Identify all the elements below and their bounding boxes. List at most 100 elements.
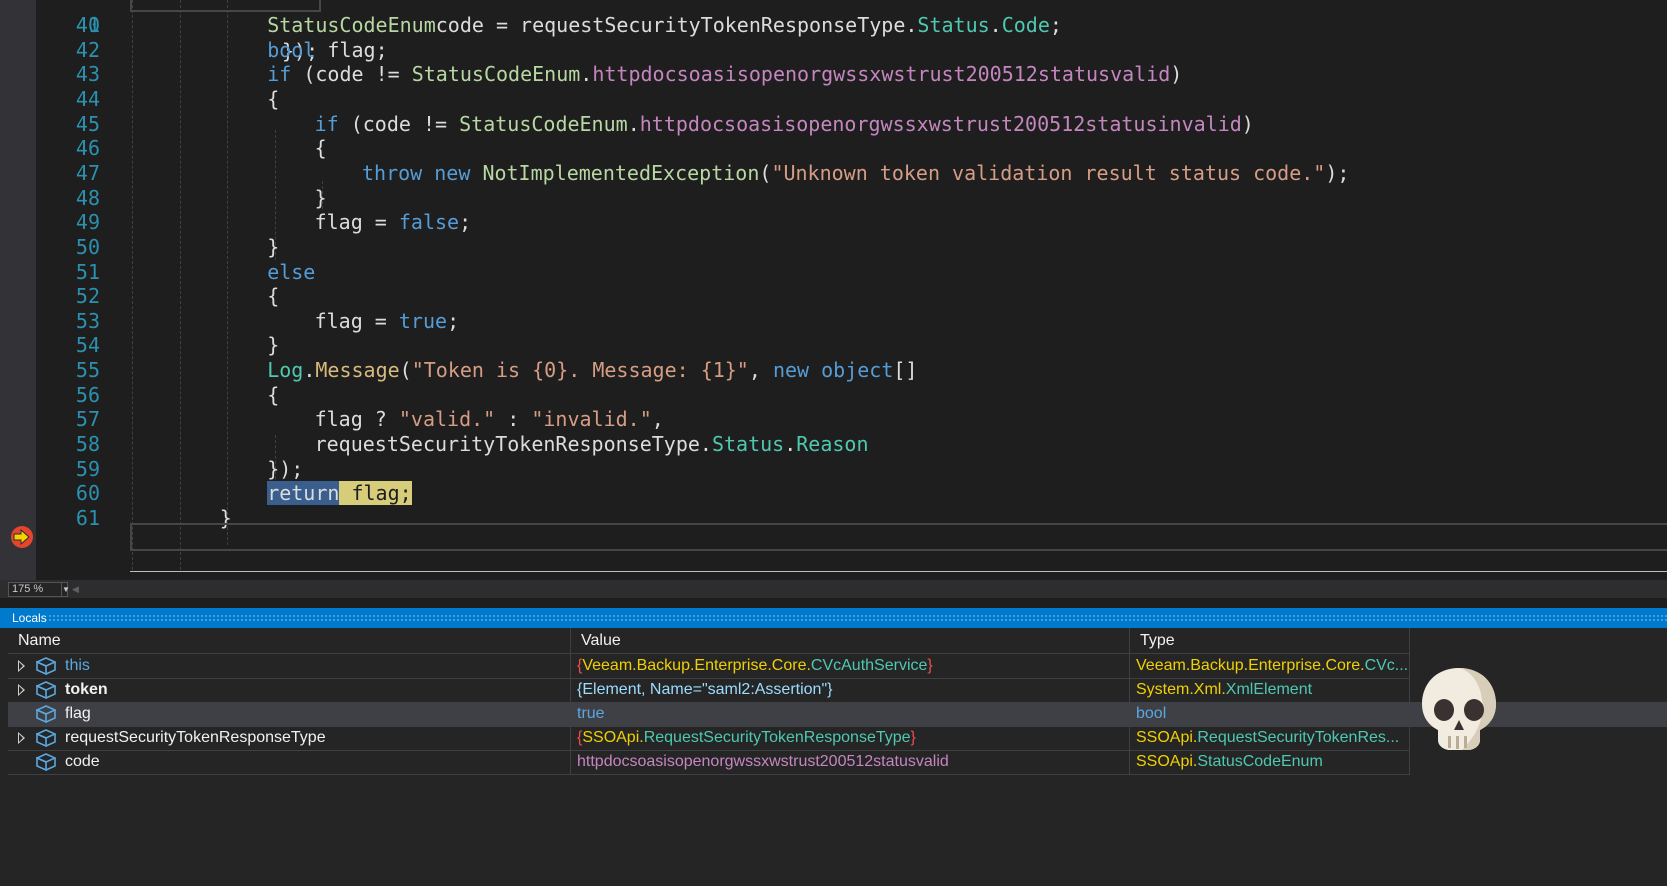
cell-type[interactable]: bool: [1130, 702, 1410, 726]
cell-type[interactable]: SSOApi.RequestSecurityTokenRes...: [1130, 726, 1410, 750]
code-line-60[interactable]: 60 return flag;: [0, 480, 1667, 506]
code-line-49[interactable]: 49 flag = false;: [0, 209, 1667, 235]
code-token: {: [314, 136, 327, 161]
code-line-55[interactable]: 55 Log.Message("Token is {0}. Message: {1…: [0, 357, 1667, 383]
code-token: bool: [267, 37, 316, 62]
line-number: 50: [75, 234, 100, 259]
code-line-59[interactable]: 59});: [0, 456, 1667, 482]
value-token: RequestSecurityTokenRes...: [1197, 729, 1400, 746]
code-token: code = requestSecurityTokenResponseType.: [435, 13, 918, 37]
value-token: System.Xml.: [1136, 681, 1226, 698]
code-line-48[interactable]: 48}: [0, 185, 1667, 211]
code-token: return: [267, 481, 340, 506]
chevron-down-icon[interactable]: ▼: [61, 583, 70, 596]
locals-window-title[interactable]: Locals: [0, 608, 1667, 628]
current-line-box: [130, 523, 1667, 551]
locals-row-this[interactable]: this {Veeam.Backup.Enterprise.Core.CVcAut…: [8, 654, 1410, 679]
code-line-50[interactable]: 50}: [0, 234, 1667, 260]
code-token: new: [434, 160, 471, 185]
column-header-type[interactable]: Type: [1130, 628, 1410, 654]
column-header-name[interactable]: Name: [8, 628, 571, 654]
line-number: 48: [75, 185, 100, 210]
cell-type[interactable]: Veeam.Backup.Enterprise.Core.CVc...: [1130, 654, 1410, 678]
code-line-53[interactable]: 53 flag = true;: [0, 308, 1667, 334]
code-line: 62: [0, 568, 1667, 580]
object-variable-icon: [35, 753, 57, 772]
code-text: {: [315, 135, 327, 161]
value-token: CVc...: [1364, 657, 1409, 674]
line-number: 53: [75, 308, 100, 333]
code-text: if (code != StatusCodeEnum.httpdocsoasis…: [267, 61, 1182, 87]
code-line-47[interactable]: 47 throw new NotImplementedException("Unk…: [0, 160, 1667, 186]
code-line-46[interactable]: 46 {: [0, 135, 1667, 161]
value-token: StatusCodeEnum: [1197, 753, 1323, 770]
cell-type[interactable]: System.Xml.XmlElement: [1130, 678, 1410, 702]
code-token: true: [398, 308, 448, 333]
expand-triangle-icon[interactable]: [18, 660, 25, 672]
column-header-value[interactable]: Value: [571, 628, 1130, 654]
code-token: Code: [1001, 13, 1050, 37]
locals-row-code[interactable]: code httpdocsoasisopenorgwssxwstrust20051…: [8, 750, 1410, 775]
locals-row-token[interactable]: token {Element, Name="saml2:Assertion"} Sy…: [8, 678, 1410, 703]
code-line-52[interactable]: 52 {: [0, 283, 1667, 309]
code-token: "Token is {0}. Message: {1}": [411, 358, 749, 383]
code-line-42[interactable]: 42 bool flag;: [0, 37, 1667, 63]
locals-row-requestSecurityTokenResponseType[interactable]: requestSecurityTokenResponseType {SSOApi.…: [8, 726, 1410, 751]
code-token: "Unknown token validation result status …: [771, 160, 1326, 185]
code-text: });: [267, 456, 303, 482]
cell-name: flag: [8, 702, 571, 726]
value-token: RequestSecurityTokenResponseType: [643, 729, 911, 746]
code-line-44[interactable]: 44 {: [0, 86, 1667, 112]
expand-triangle-icon[interactable]: [18, 684, 25, 696]
code-line-43[interactable]: 43 if (code != StatusCodeEnum.httpdocsoas…: [0, 61, 1667, 87]
line-number: 49: [75, 210, 100, 235]
code-token: ): [1241, 111, 1254, 136]
code-line-41[interactable]: 41 StatusCodeEnumcode = requestSecurityTo…: [0, 12, 1667, 38]
execution-pointer-arrow-icon[interactable]: [9, 524, 35, 550]
code-token: httpdocsoasisopenorgwssxwstrust200512sta…: [639, 111, 1242, 136]
code-token: (code !=: [338, 111, 460, 136]
code-token: (code !=: [291, 62, 412, 87]
code-text: {: [267, 382, 279, 408]
cell-name: requestSecurityTokenResponseType: [8, 726, 571, 750]
code-token: StatusCodeEnum: [459, 111, 628, 136]
code-editor[interactable]: 40 }); 41 StatusCodeEnumcode = requestSec…: [0, 0, 1667, 580]
code-token: "valid.": [398, 407, 496, 432]
code-token: if: [267, 62, 292, 87]
code-token: Status: [711, 432, 785, 457]
value-token: Veeam.Backup.Enterprise.Core.: [582, 657, 811, 674]
code-text: else: [267, 259, 315, 285]
line-number: 42: [75, 37, 100, 62]
code-line-56[interactable]: 56 {: [0, 382, 1667, 408]
code-text: flag = false;: [315, 209, 472, 235]
cell-value[interactable]: true: [571, 702, 1130, 726]
code-line-57[interactable]: 57 flag ? "valid." : "invalid.",: [0, 406, 1667, 432]
expand-triangle-icon[interactable]: [18, 732, 25, 744]
value-token: SSOApi.: [1136, 729, 1198, 746]
code-line-45[interactable]: 45 if (code != StatusCodeEnum.httpdocsoas…: [0, 111, 1667, 137]
line-number: 54: [75, 333, 100, 358]
code-token: }: [267, 333, 280, 358]
code-token: flag =: [314, 210, 399, 235]
line-number: 61: [75, 506, 100, 530]
line-number: 56: [75, 382, 100, 407]
value-token: httpdocsoasisopenorgwssxwstrust200512sta…: [577, 753, 949, 770]
zoom-level-combobox[interactable]: 175 % ▼: [8, 582, 70, 597]
cell-name: token: [8, 678, 571, 702]
code-text: throw new NotImplementedException("Unkno…: [362, 160, 1349, 186]
cell-type[interactable]: SSOApi.StatusCodeEnum: [1130, 750, 1410, 774]
cell-value[interactable]: {Veeam.Backup.Enterprise.Core.CVcAuthSer…: [571, 654, 1130, 678]
line-number: 45: [75, 111, 100, 136]
cell-value[interactable]: {Element, Name="saml2:Assertion"}: [571, 678, 1130, 702]
scroll-left-icon[interactable]: ◀: [72, 584, 79, 595]
code-line-58[interactable]: 58 requestSecurityTokenResponseType.Statu…: [0, 431, 1667, 457]
code-line-51[interactable]: 51 else: [0, 259, 1667, 285]
code-token: {: [267, 86, 280, 111]
cell-value[interactable]: httpdocsoasisopenorgwssxwstrust200512sta…: [571, 750, 1130, 774]
variable-name: requestSecurityTokenResponseType: [65, 729, 326, 746]
code-line-54[interactable]: 54}: [0, 332, 1667, 358]
object-variable-icon: [35, 729, 57, 748]
cell-value[interactable]: {SSOApi.RequestSecurityTokenResponseType…: [571, 726, 1130, 750]
line-number: 41: [75, 13, 100, 37]
